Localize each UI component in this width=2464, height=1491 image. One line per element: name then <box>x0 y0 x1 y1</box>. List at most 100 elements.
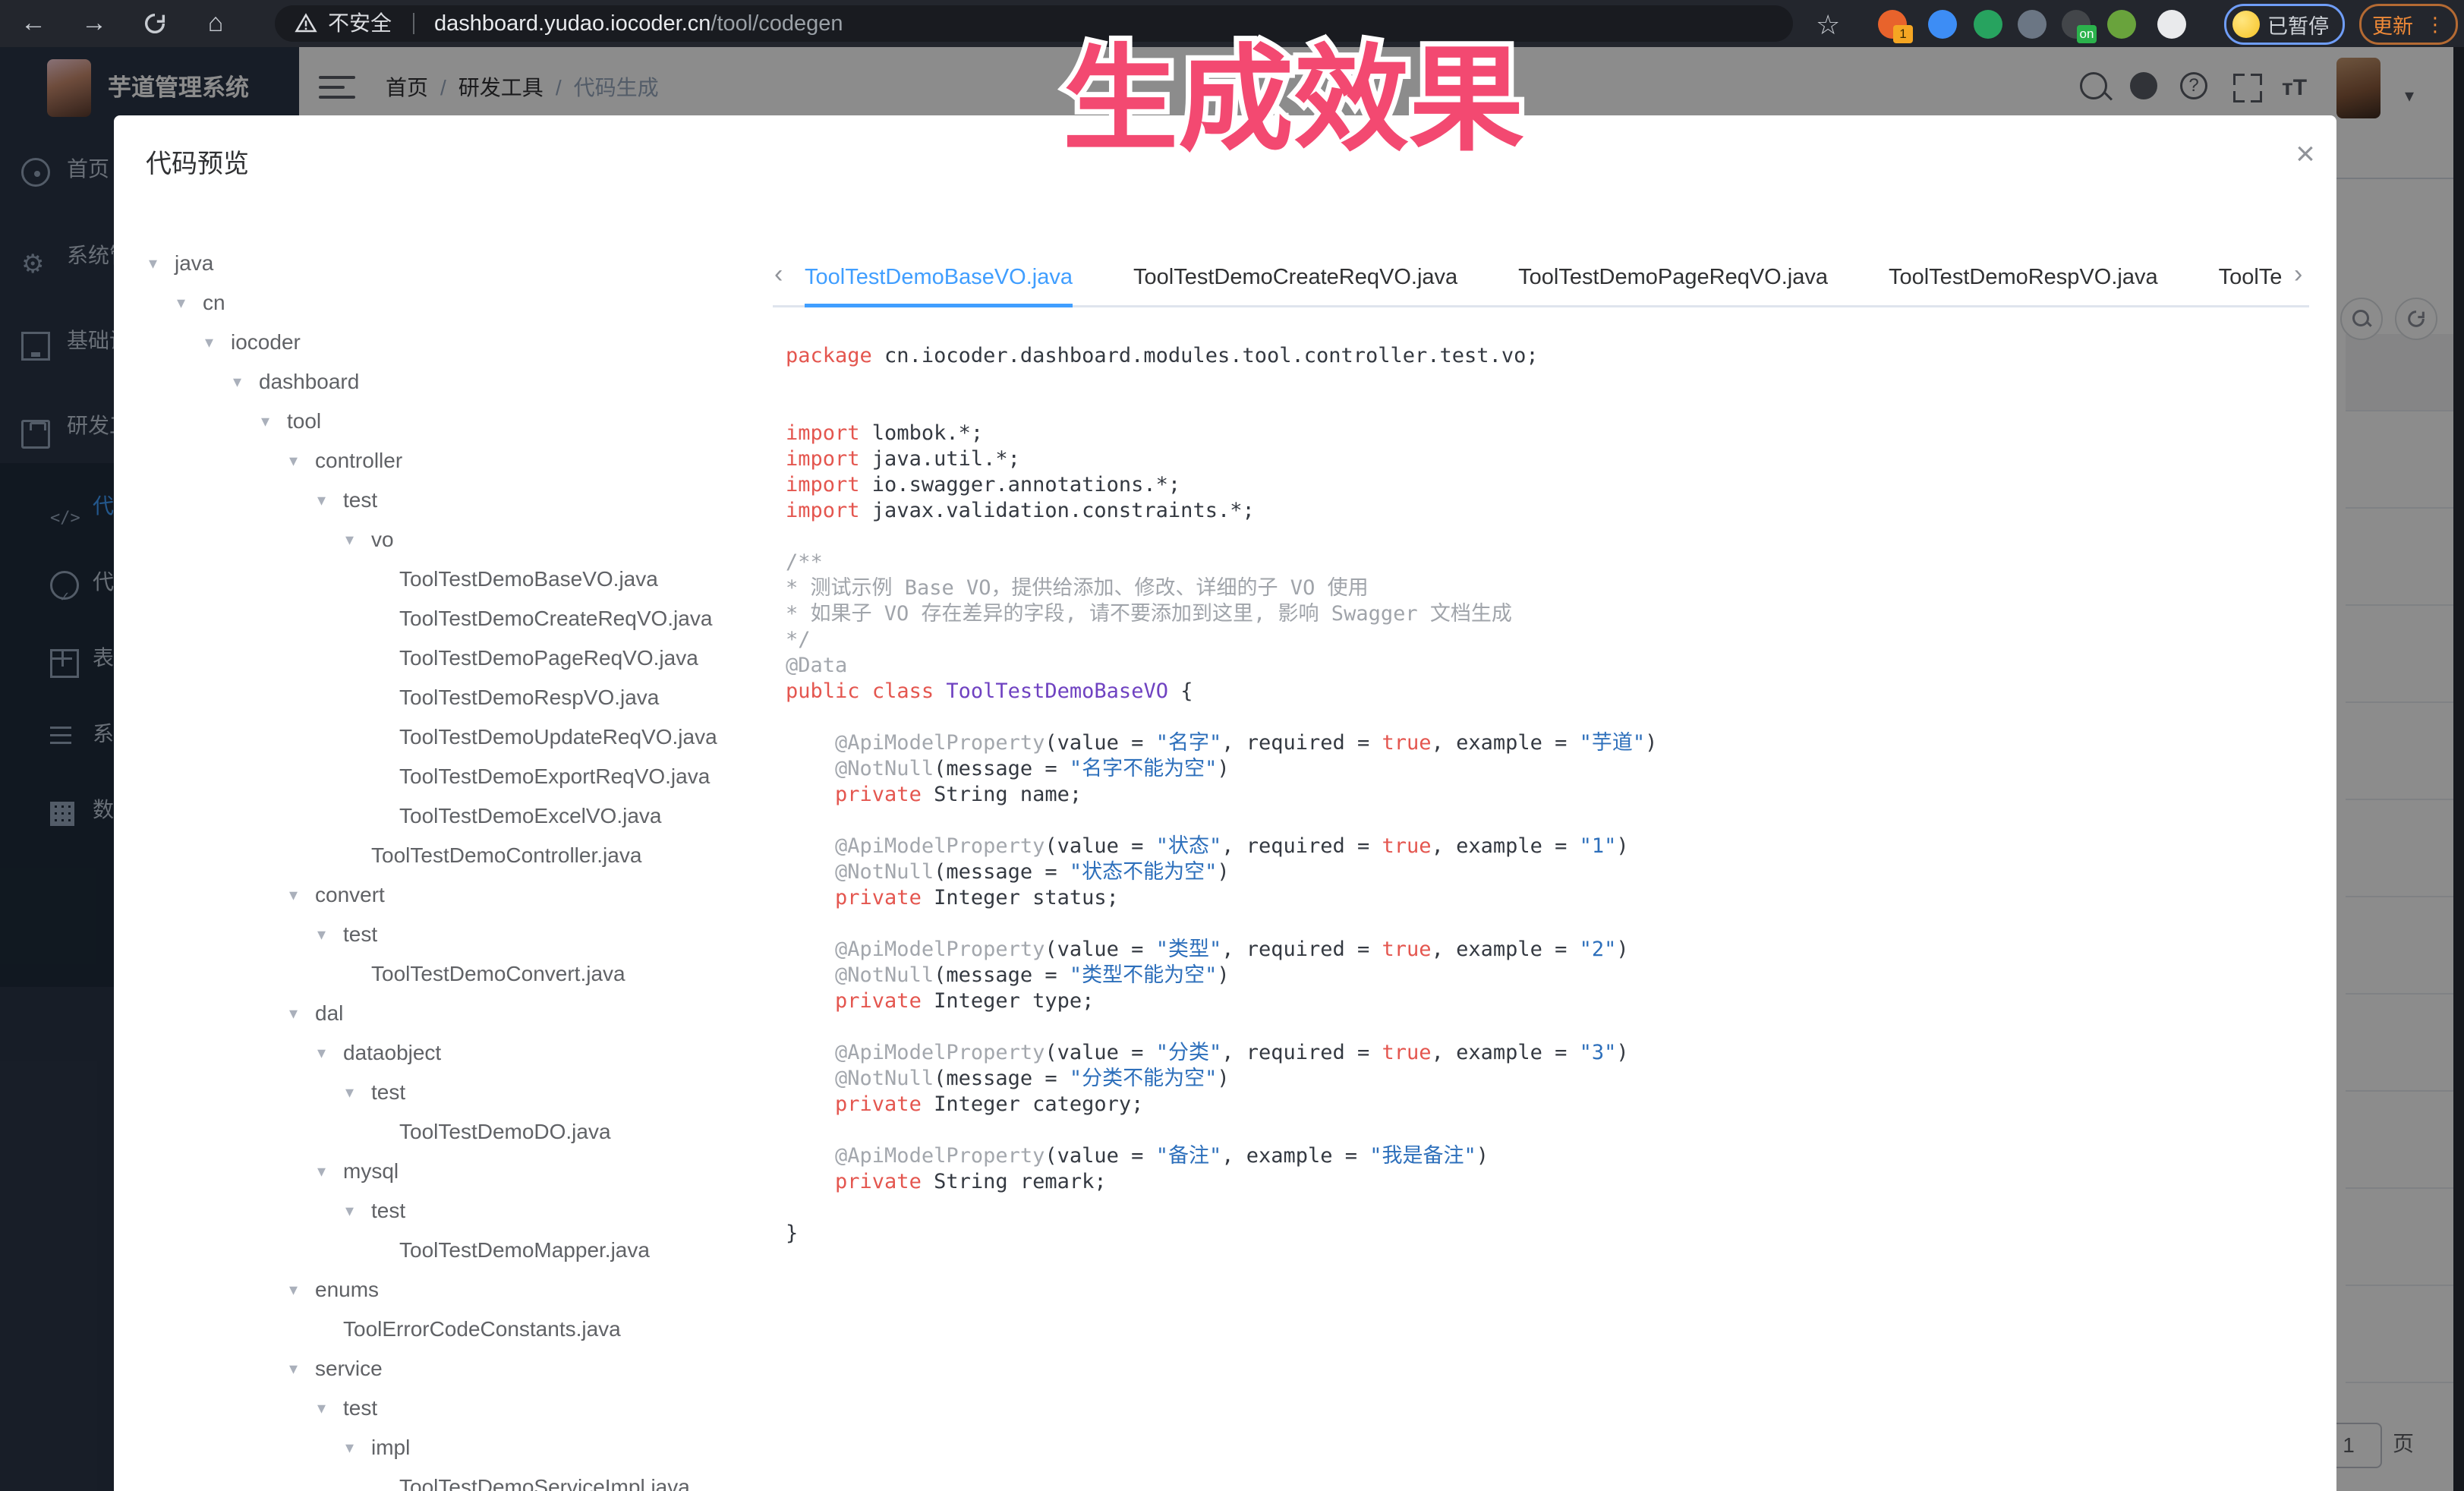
tree-expand-caret-icon[interactable]: ▾ <box>149 244 157 283</box>
tree-expand-caret-icon[interactable]: ▾ <box>261 402 269 441</box>
tree-expand-caret-icon[interactable]: ▾ <box>317 915 326 954</box>
tree-folder-row[interactable]: ▾vo <box>371 520 394 560</box>
tree-expand-caret-icon[interactable]: ▾ <box>205 323 213 362</box>
browser-update-button[interactable]: 更新 ⋮ <box>2359 4 2458 45</box>
bookmark-star-icon[interactable]: ☆ <box>1816 9 1840 41</box>
code-token: class <box>872 679 934 703</box>
code-line <box>786 369 1657 395</box>
paused-extension-pill[interactable]: 已暂停 <box>2224 4 2345 45</box>
tree-expand-caret-icon[interactable]: ▾ <box>345 520 354 560</box>
url-text[interactable]: dashboard.yudao.iocoder.cn/tool/codegen <box>434 5 843 42</box>
code-token: , required = <box>1221 834 1382 858</box>
not-secure-warning-icon <box>295 12 317 35</box>
tree-folder-row[interactable]: ▾impl <box>371 1428 410 1467</box>
extension-puzzle-icon[interactable] <box>2157 10 2186 39</box>
tree-expand-caret-icon[interactable]: ▾ <box>289 1349 298 1389</box>
code-token: , example = <box>1432 1041 1580 1064</box>
tree-file-row[interactable]: ToolTestDemoExportReqVO.java <box>399 757 710 796</box>
address-bar[interactable]: 不安全 dashboard.yudao.iocoder.cn/tool/code… <box>275 5 1793 42</box>
tree-folder-row[interactable]: ▾test <box>343 481 377 520</box>
code-token <box>786 1170 835 1193</box>
tree-expand-caret-icon[interactable]: ▾ <box>345 1191 354 1231</box>
tree-file-row[interactable]: ToolTestDemoMapper.java <box>399 1231 650 1270</box>
close-icon[interactable]: × <box>2286 135 2324 173</box>
tree-expand-caret-icon[interactable]: ▾ <box>233 362 241 402</box>
file-tab[interactable]: ToolTestDemoBaseVO.java <box>805 251 1073 307</box>
file-tab[interactable]: ToolTe <box>2219 251 2283 307</box>
tree-file-row[interactable]: ToolTestDemoUpdateReqVO.java <box>399 717 717 757</box>
tree-expand-caret-icon[interactable]: ▾ <box>345 1073 354 1112</box>
tree-folder-row[interactable]: ▾java <box>175 244 213 283</box>
tree-file-row[interactable]: ToolTestDemoConvert.java <box>371 954 625 994</box>
forward-icon[interactable]: → <box>71 0 117 47</box>
tree-folder-row[interactable]: ▾test <box>343 915 377 954</box>
file-tab[interactable]: ToolTestDemoPageReqVO.java <box>1518 251 1828 307</box>
code-line <box>786 705 1657 730</box>
file-tab[interactable]: ToolTestDemoCreateReqVO.java <box>1133 251 1457 307</box>
tree-expand-caret-icon[interactable]: ▾ <box>317 1033 326 1073</box>
code-token: Integer type; <box>922 989 1095 1013</box>
code-token: , example = <box>1432 731 1580 755</box>
reload-icon[interactable] <box>132 0 178 47</box>
tree-folder-row[interactable]: ▾dal <box>315 994 343 1033</box>
tabs-scroll-right-icon[interactable]: › <box>2294 260 2302 289</box>
tree-folder-row[interactable]: ▾service <box>315 1349 383 1389</box>
tree-file-row[interactable]: ToolTestDemoDO.java <box>399 1112 611 1152</box>
extension-blue-drop-icon[interactable] <box>1928 10 1957 39</box>
tree-folder-row[interactable]: ▾enums <box>315 1270 379 1310</box>
tree-expand-caret-icon[interactable]: ▾ <box>317 1389 326 1428</box>
tree-node-label: test <box>371 1199 405 1222</box>
tree-folder-row[interactable]: ▾test <box>371 1073 405 1112</box>
tree-folder-row[interactable]: ▾dataobject <box>343 1033 441 1073</box>
tree-expand-caret-icon[interactable]: ▾ <box>317 1152 326 1191</box>
tree-expand-caret-icon[interactable]: ▾ <box>317 481 326 520</box>
tree-node-label: enums <box>315 1278 379 1301</box>
tree-folder-row[interactable]: ▾tool <box>287 402 321 441</box>
tree-node-label: ToolTestDemoUpdateReqVO.java <box>399 725 717 749</box>
tree-expand-caret-icon[interactable]: ▾ <box>289 441 298 481</box>
code-token: (message = <box>934 1067 1070 1090</box>
tree-expand-caret-icon[interactable]: ▾ <box>289 994 298 1033</box>
code-token: @ApiModelProperty <box>835 1041 1045 1064</box>
tree-file-row[interactable]: ToolTestDemoExcelVO.java <box>399 796 661 836</box>
tree-folder-row[interactable]: ▾test <box>343 1389 377 1428</box>
code-line: @ApiModelProperty(value = "分类", required… <box>786 1040 1657 1066</box>
tree-file-row[interactable]: ToolTestDemoCreateReqVO.java <box>399 599 712 638</box>
tabs-scroll-left-icon[interactable]: ‹ <box>774 260 783 289</box>
tree-file-row[interactable]: ToolTestDemoRespVO.java <box>399 678 659 717</box>
tree-folder-row[interactable]: ▾dashboard <box>259 362 359 402</box>
tree-file-row[interactable]: ToolTestDemoServiceImpl.java <box>399 1467 690 1491</box>
tree-expand-caret-icon[interactable]: ▾ <box>289 875 298 915</box>
tree-expand-caret-icon[interactable]: ▾ <box>289 1270 298 1310</box>
tree-expand-caret-icon[interactable]: ▾ <box>177 283 185 323</box>
tree-file-row[interactable]: ToolTestDemoPageReqVO.java <box>399 638 698 678</box>
extension-green-check-icon[interactable] <box>1974 10 2002 39</box>
tree-folder-row[interactable]: ▾controller <box>315 441 402 481</box>
not-secure-label[interactable]: 不安全 <box>328 5 392 42</box>
extension-badge: 1 <box>1893 25 1913 43</box>
tree-folder-row[interactable]: ▾mysql <box>343 1152 399 1191</box>
code-token: @NotNull <box>835 757 934 780</box>
tree-folder-row[interactable]: ▾convert <box>315 875 385 915</box>
tree-file-row[interactable]: ToolErrorCodeConstants.java <box>343 1310 621 1349</box>
browser-menu-icon[interactable]: ⋮ <box>2425 19 2445 30</box>
browser-scrollbar[interactable] <box>2453 47 2464 1491</box>
extension-orange-circle-icon[interactable]: 1 <box>1878 10 1907 39</box>
extension-blue-gem-icon[interactable] <box>2018 10 2047 39</box>
code-token: "芋道" <box>1580 731 1646 755</box>
tree-folder-row[interactable]: ▾test <box>371 1191 405 1231</box>
tree-folder-row[interactable]: ▾cn <box>203 283 225 323</box>
extension-badge: on <box>2077 25 2097 43</box>
tree-file-row[interactable]: ToolTestDemoController.java <box>371 836 641 875</box>
extension-green-sprout-icon[interactable] <box>2107 10 2136 39</box>
back-icon[interactable]: ← <box>11 0 56 47</box>
code-line <box>786 911 1657 937</box>
home-icon[interactable]: ⌂ <box>193 0 238 47</box>
tree-folder-row[interactable]: ▾iocoder <box>231 323 301 362</box>
extension-list-icon[interactable]: on <box>2062 10 2091 39</box>
tree-node-label: ToolTestDemoMapper.java <box>399 1238 650 1262</box>
tree-file-row[interactable]: ToolTestDemoBaseVO.java <box>399 560 658 599</box>
tree-expand-caret-icon[interactable]: ▾ <box>345 1428 354 1467</box>
code-line: } <box>786 1221 1657 1247</box>
file-tab[interactable]: ToolTestDemoRespVO.java <box>1889 251 2158 307</box>
